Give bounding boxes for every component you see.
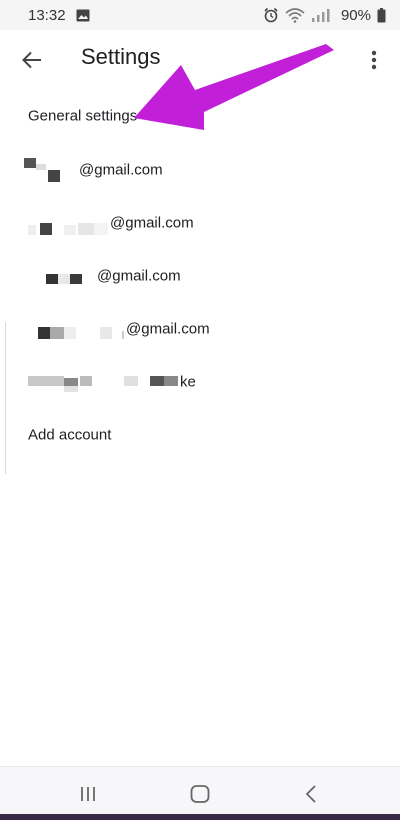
status-bar: 13:32 90%	[0, 0, 400, 30]
redacted-block	[94, 223, 108, 235]
redacted-block	[78, 223, 94, 235]
battery-icon	[377, 7, 386, 23]
redacted-block	[50, 327, 64, 339]
back-icon	[305, 785, 316, 803]
account-email-4: @gmail.com	[126, 320, 210, 338]
account-item-1[interactable]: @gmail.com	[0, 146, 400, 194]
redacted-block	[70, 274, 82, 284]
redacted-block	[28, 225, 36, 235]
image-icon	[76, 9, 90, 22]
back-button[interactable]	[18, 46, 46, 74]
home-icon	[190, 785, 210, 803]
status-left: 13:32	[28, 7, 90, 24]
status-time: 13:32	[28, 6, 66, 24]
account-email-3: @gmail.com	[97, 267, 181, 285]
redacted-block	[64, 386, 78, 392]
recents-icon	[81, 787, 95, 801]
redacted-block	[64, 225, 76, 235]
redacted-block	[64, 327, 76, 339]
account-item-5[interactable]: ke	[0, 358, 400, 406]
battery-level: 90%	[340, 6, 371, 24]
status-right: 90%	[263, 7, 386, 24]
redacted-block	[122, 331, 124, 339]
redacted-block	[64, 378, 78, 386]
page-title: Settings	[81, 44, 161, 69]
redacted-block	[100, 327, 112, 339]
redacted-block	[124, 376, 138, 386]
redacted-block	[40, 223, 52, 235]
account-email-2: @gmail.com	[110, 214, 194, 232]
redacted-block	[38, 327, 50, 339]
redacted-block	[150, 376, 164, 386]
back-arrow-icon	[22, 51, 41, 69]
more-vert-icon	[371, 50, 377, 70]
redacted-block	[58, 274, 70, 284]
redacted-block	[164, 376, 178, 386]
account-item-4[interactable]: @gmail.com	[0, 305, 400, 353]
app-bar: Settings	[0, 30, 400, 90]
redacted-block	[36, 164, 46, 170]
recents-button[interactable]	[73, 781, 103, 807]
general-settings-label: General settings	[28, 107, 138, 125]
general-settings-item[interactable]: General settings	[0, 92, 400, 140]
home-button[interactable]	[185, 781, 215, 807]
redacted-block	[46, 274, 58, 284]
account-item-3[interactable]: @gmail.com	[0, 252, 400, 300]
bottom-frame	[0, 814, 400, 820]
more-options-button[interactable]	[362, 46, 386, 74]
redacted-block	[24, 158, 36, 168]
alarm-icon	[263, 7, 279, 23]
account-item-2[interactable]: @gmail.com	[0, 199, 400, 247]
add-account-item[interactable]: Add account	[0, 411, 400, 459]
signal-icon	[311, 7, 333, 23]
wifi-icon	[285, 7, 305, 23]
account-email-1: @gmail.com	[79, 161, 163, 179]
edge-divider	[5, 322, 6, 474]
account-email-5: ke	[180, 373, 196, 391]
settings-screen: 13:32 90% Settings General settings @gma…	[0, 0, 400, 820]
redacted-block	[28, 376, 64, 386]
nav-back-button[interactable]	[296, 781, 326, 807]
redacted-block	[48, 170, 60, 182]
add-account-label: Add account	[28, 426, 112, 444]
navigation-bar	[0, 766, 400, 820]
redacted-block	[80, 376, 92, 386]
